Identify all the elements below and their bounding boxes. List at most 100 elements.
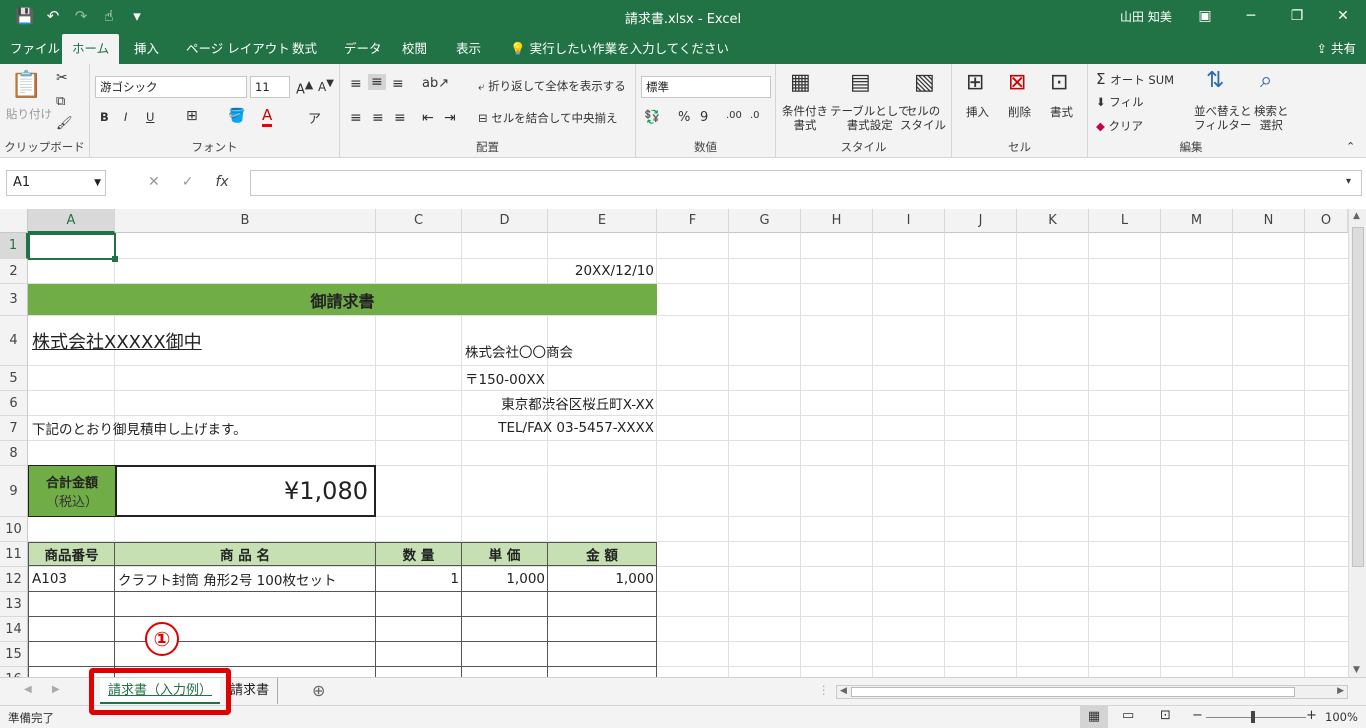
column-header-h[interactable]: H: [801, 209, 873, 233]
row-header-12[interactable]: 12: [0, 567, 28, 592]
expand-formula-bar-icon[interactable]: ▾: [1346, 176, 1351, 187]
cell-item-price[interactable]: 1,000: [462, 567, 545, 591]
tab-file[interactable]: ファイル: [0, 34, 70, 64]
bold-button[interactable]: B: [100, 110, 109, 124]
tab-split-handle[interactable]: ⋮: [818, 683, 830, 697]
page-break-view-icon[interactable]: ⊡: [1160, 708, 1171, 723]
align-center-icon[interactable]: ≡: [372, 110, 384, 126]
paste-icon[interactable]: 📋: [10, 70, 42, 100]
insert-cells-button[interactable]: 挿入: [966, 104, 989, 120]
conditional-formatting-button[interactable]: 条件付き 書式: [782, 104, 828, 132]
collapse-ribbon-icon[interactable]: ⌃: [1346, 140, 1355, 153]
header-quantity[interactable]: 数 量: [375, 542, 462, 566]
accounting-format-icon[interactable]: 💱: [644, 110, 660, 125]
font-name-select[interactable]: 游ゴシック: [95, 76, 247, 98]
header-item-code[interactable]: 商品番号: [28, 542, 115, 566]
row-header-1[interactable]: 1: [0, 233, 28, 259]
zoom-level[interactable]: 100%: [1325, 710, 1358, 724]
format-cells-button[interactable]: 書式: [1050, 104, 1073, 120]
cell-styles-button[interactable]: セルの スタイル: [900, 104, 946, 132]
minimize-button[interactable]: ─: [1228, 0, 1274, 34]
decrease-decimal-button[interactable]: .0: [750, 110, 760, 121]
ribbon-display-options-icon[interactable]: ▣: [1182, 0, 1228, 34]
horizontal-scrollbar[interactable]: ◀ ▶: [836, 685, 1348, 699]
format-painter-icon[interactable]: 🖌: [56, 116, 73, 131]
active-cell-a1[interactable]: [28, 233, 116, 260]
scroll-down-icon[interactable]: ▼: [1353, 665, 1360, 675]
page-layout-view-icon[interactable]: ▭: [1122, 708, 1134, 723]
name-box-dropdown-icon[interactable]: ▼: [94, 171, 101, 195]
column-header-g[interactable]: G: [729, 209, 801, 233]
horizontal-scroll-thumb[interactable]: [851, 687, 1295, 697]
cell-item-code[interactable]: A103: [32, 567, 112, 591]
cell-total-label[interactable]: 合計金額 （税込）: [28, 465, 116, 517]
increase-decimal-button[interactable]: .00: [726, 110, 742, 121]
add-sheet-icon[interactable]: ⊕: [312, 681, 325, 700]
column-header-e[interactable]: E: [548, 209, 657, 233]
align-right-icon[interactable]: ≡: [394, 110, 406, 126]
scroll-sheets-right-icon[interactable]: ▶: [52, 684, 60, 695]
sort-filter-icon[interactable]: ⇅: [1206, 68, 1224, 93]
share-button[interactable]: ⇪ 共有: [1317, 34, 1356, 63]
paste-button[interactable]: 貼り付け: [6, 106, 52, 122]
column-header-m[interactable]: M: [1161, 209, 1233, 233]
fill-color-icon[interactable]: 🪣: [228, 108, 245, 124]
row-header-7[interactable]: 7: [0, 416, 28, 441]
formula-input[interactable]: [250, 170, 1362, 196]
scroll-sheets-left-icon[interactable]: ◀: [24, 684, 32, 695]
align-left-icon[interactable]: ≡: [350, 110, 362, 126]
column-header-a[interactable]: A: [28, 209, 115, 233]
column-header-d[interactable]: D: [462, 209, 548, 233]
cell-tel[interactable]: TEL/FAX 03-5457-XXXX: [462, 416, 654, 440]
spreadsheet-grid[interactable]: A B C D E F G H I J K L M N O 1 2 3 4 5 …: [0, 209, 1348, 677]
cell-total-value[interactable]: ¥1,080: [115, 465, 376, 517]
align-middle-icon[interactable]: ≡: [368, 74, 386, 90]
header-item-name[interactable]: 商 品 名: [114, 542, 376, 566]
cell-styles-icon[interactable]: ▧: [914, 70, 935, 95]
cell-note[interactable]: 下記のとおり御見積申し上げます。: [32, 416, 372, 440]
comma-style-button[interactable]: 9: [700, 110, 708, 125]
fill-button[interactable]: ⬇ フィル: [1096, 94, 1144, 110]
fill-handle[interactable]: [112, 256, 118, 262]
sort-filter-button[interactable]: 並べ替えと フィルター: [1194, 104, 1252, 132]
scroll-right-icon[interactable]: ▶: [1337, 686, 1344, 696]
cell-item-qty[interactable]: 1: [376, 567, 459, 591]
merge-center-button[interactable]: ⊟ セルを結合して中央揃え: [478, 110, 617, 126]
borders-icon[interactable]: ⊞: [186, 108, 198, 124]
tab-view[interactable]: 表示: [446, 34, 491, 64]
format-as-table-icon[interactable]: ▤: [850, 70, 871, 95]
cell-company-name[interactable]: 株式会社〇〇商会: [465, 339, 655, 363]
row-header-2[interactable]: 2: [0, 259, 28, 284]
autosum-button[interactable]: Σ オート SUM: [1096, 70, 1174, 88]
column-header-o[interactable]: O: [1305, 209, 1348, 233]
row-header-8[interactable]: 8: [0, 441, 28, 466]
number-format-select[interactable]: 標準: [641, 76, 771, 98]
cell-item-name[interactable]: クラフト封筒 角形2号 100枚セット: [118, 567, 374, 591]
increase-indent-icon[interactable]: ⇥: [444, 110, 456, 126]
tab-data[interactable]: データ: [334, 34, 392, 64]
scroll-up-icon[interactable]: ▲: [1353, 211, 1360, 221]
find-select-button[interactable]: 検索と 選択: [1254, 104, 1289, 132]
insert-cells-icon[interactable]: ⊞: [966, 70, 984, 95]
cut-icon[interactable]: ✂: [56, 70, 68, 86]
row-header-11[interactable]: 11: [0, 542, 28, 567]
column-header-b[interactable]: B: [115, 209, 376, 233]
zoom-slider[interactable]: [1206, 717, 1306, 718]
copy-icon[interactable]: ⧉: [56, 94, 65, 109]
name-box[interactable]: A1 ▼: [6, 170, 106, 196]
row-header-4[interactable]: 4: [0, 316, 28, 366]
column-header-k[interactable]: K: [1017, 209, 1089, 233]
column-header-f[interactable]: F: [657, 209, 729, 233]
phonetic-icon[interactable]: ア: [308, 108, 321, 127]
row-header-16[interactable]: 16: [0, 667, 28, 677]
user-name[interactable]: 山田 知美: [1120, 8, 1172, 25]
find-select-icon[interactable]: ⌕: [1260, 68, 1272, 93]
column-header-j[interactable]: J: [945, 209, 1017, 233]
row-header-14[interactable]: 14: [0, 617, 28, 642]
delete-cells-button[interactable]: 削除: [1008, 104, 1031, 120]
row-header-10[interactable]: 10: [0, 517, 28, 542]
insert-function-icon[interactable]: fx: [215, 174, 228, 190]
cell-invoice-title[interactable]: 御請求書: [28, 284, 657, 315]
cell-client-name[interactable]: 株式会社XXXXX御中: [32, 321, 372, 361]
delete-cells-icon[interactable]: ⊠: [1008, 70, 1026, 95]
